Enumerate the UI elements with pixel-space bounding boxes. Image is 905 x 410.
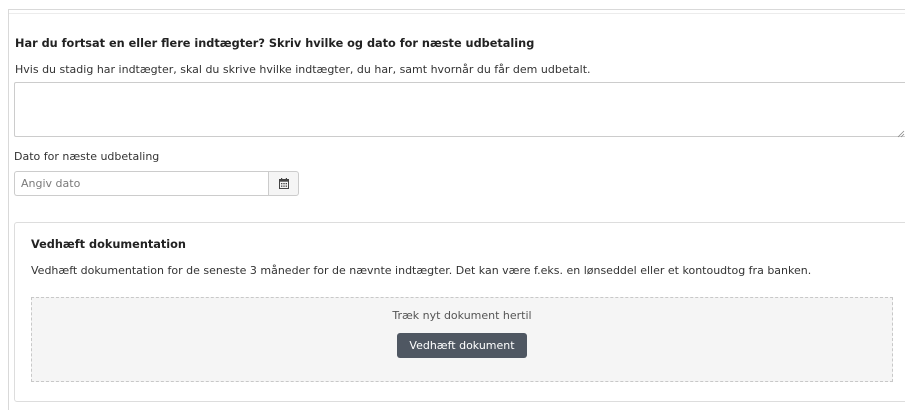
attach-document-button[interactable]: Vedhæft dokument — [397, 333, 527, 358]
income-question-heading: Har du fortsat en eller flere indtægter?… — [15, 37, 535, 50]
income-description-textarea[interactable] — [14, 82, 905, 137]
payout-date-label: Dato for næste udbetaling — [14, 150, 160, 163]
divider — [9, 13, 905, 14]
resize-grip-icon[interactable] — [897, 130, 905, 138]
documentation-title: Vedhæft dokumentation — [31, 238, 186, 251]
income-help-text: Hvis du stadig har indtægter, skal du sk… — [15, 63, 591, 76]
calendar-button[interactable] — [268, 171, 299, 196]
dropzone-text: Træk nyt dokument hertil — [392, 309, 532, 322]
calendar-icon — [278, 178, 289, 189]
payout-date-input[interactable] — [14, 171, 268, 196]
documentation-description: Vedhæft dokumentation for de seneste 3 m… — [31, 264, 812, 277]
